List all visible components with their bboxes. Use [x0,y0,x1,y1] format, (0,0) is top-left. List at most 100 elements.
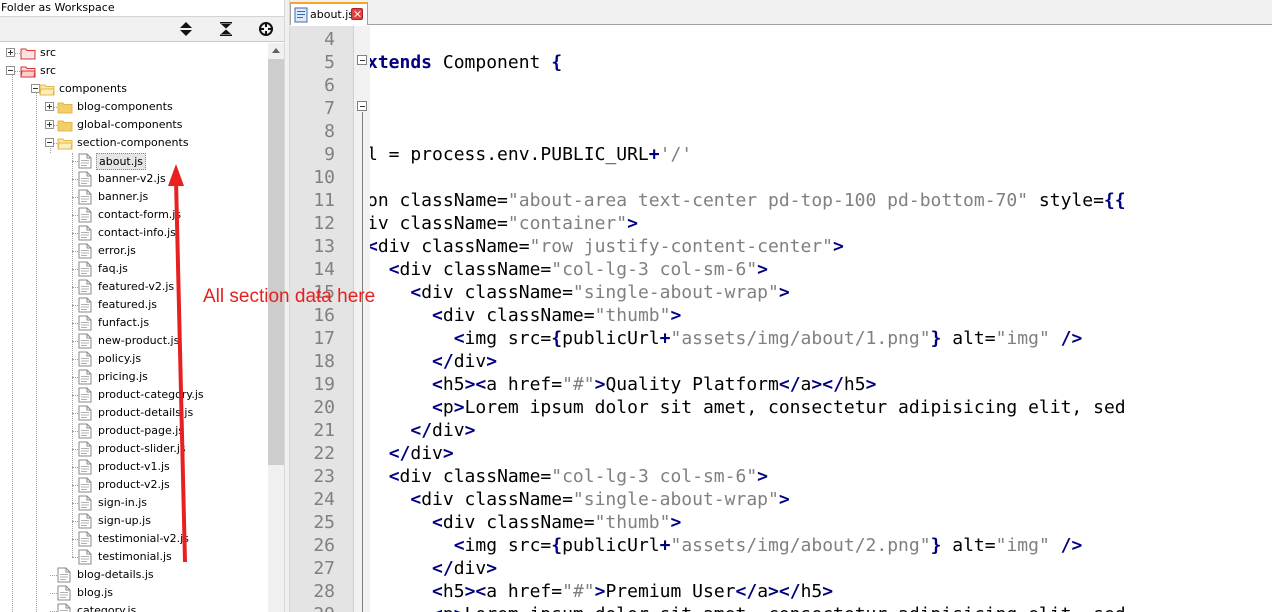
collapse-minus-icon[interactable] [6,66,15,75]
tree-file-item[interactable]: product-category.js [0,386,268,404]
tree-item-label: testimonial.js [98,550,172,563]
expand-plus-icon[interactable] [45,102,54,111]
tree-file-item[interactable]: policy.js [0,350,268,368]
crosshair-icon [259,22,273,36]
code-token: h5 [800,581,823,602]
file-icon [78,243,94,259]
scroll-up-arrow-icon[interactable] [272,48,280,53]
code-token: style= [1028,190,1104,211]
code-line[interactable]: <img src={publicUrl+"assets/img/about/2.… [370,534,1083,557]
tree-file-item[interactable]: testimonial-v2.js [0,530,268,548]
tree-file-item[interactable]: sign-in.js [0,494,268,512]
code-token: </ [735,581,758,602]
code-line[interactable]: </div> [370,442,454,465]
tree-file-item[interactable]: blog-details.js [0,566,268,584]
tree-item-label: error.js [98,244,136,257]
code-line[interactable]: <div className="single-about-wrap"> [370,488,789,511]
tree-file-item[interactable]: sign-up.js [0,512,268,530]
code-line[interactable]: on className="about-area text-center pd-… [370,189,1126,212]
tree-folder-item[interactable]: global-components [0,116,268,134]
code-token: l = process.env.PUBLIC_URL [370,144,649,165]
tree-scrollbar[interactable] [268,43,284,612]
expand-plus-icon[interactable] [6,48,15,57]
code-line[interactable]: <h5><a href="#">Quality Platform</a></h5… [370,373,876,396]
collapse-minus-icon[interactable] [45,138,54,147]
code-line[interactable]: iv className="container"> [370,212,638,235]
scrollbar-thumb[interactable] [268,59,284,465]
file-icon [57,567,73,583]
tab-close-icon[interactable] [351,8,363,20]
tree-item-label: sign-up.js [98,514,151,527]
tree-file-item[interactable]: error.js [0,242,268,260]
tree-file-item[interactable]: blog.js [0,584,268,602]
tree-file-item[interactable]: funfact.js [0,314,268,332]
code-token: > [833,236,844,257]
tree-folder-item[interactable]: section-components [0,134,268,152]
tree-file-item[interactable]: product-page.js [0,422,268,440]
collapse-all-button[interactable] [215,19,237,39]
tree-folder-item[interactable]: src [0,44,268,62]
tree-file-item[interactable]: contact-form.js [0,206,268,224]
fold-toggle-icon[interactable] [357,55,367,65]
tree-file-item[interactable]: about.js [0,152,268,170]
tree-file-item[interactable]: faq.js [0,260,268,278]
tree-file-item[interactable]: banner-v2.js [0,170,268,188]
code-line[interactable]: <div className="thumb"> [370,511,681,534]
tree-folder-item[interactable]: blog-components [0,98,268,116]
tree-item-label: faq.js [98,262,128,275]
tree-file-item[interactable]: product-details.js [0,404,268,422]
tree-folder-item[interactable]: src [0,62,268,80]
fold-toggle-icon[interactable] [357,101,367,111]
code-line[interactable]: l = process.env.PUBLIC_URL+'/' [370,143,692,166]
tree-item-label: product-v1.js [98,460,170,473]
code-line[interactable]: </div> [370,419,475,442]
code-line[interactable]: xtends Component { [370,51,562,74]
code-line[interactable]: <img src={publicUrl+"assets/img/about/1.… [370,327,1083,350]
collapse-all-icon [220,22,232,36]
tree-file-item[interactable]: contact-info.js [0,224,268,242]
code-token: publicUrl [562,535,660,556]
code-line[interactable]: <div className="row justify-content-cent… [370,235,844,258]
code-token: < [388,259,400,280]
code-line[interactable]: </div> [370,557,497,580]
code-editor[interactable]: xtends Component { l = process.env.PUBLIC… [370,26,1272,612]
code-token: div [432,420,465,441]
file-icon [78,297,94,313]
tree-file-item[interactable]: category.js [0,602,268,612]
code-token: > [778,282,790,303]
code-token: { [551,328,563,349]
panel-toolbar [0,17,284,42]
code-line[interactable]: <div className="col-lg-3 col-sm-6"> [370,258,768,281]
tree-file-item[interactable]: product-v1.js [0,458,268,476]
code-line[interactable]: <p>Lorem ipsum dolor sit amet, consectet… [370,603,1126,612]
file-icon [78,171,94,187]
code-line[interactable]: <div className="thumb"> [370,304,681,327]
tree-file-item[interactable]: pricing.js [0,368,268,386]
panel-title-text: Folder as Workspace [1,1,115,14]
line-number: 20 [313,397,335,418]
expand-plus-icon[interactable] [45,120,54,129]
code-token: < [432,512,443,533]
expand-collapse-all-button[interactable] [175,19,197,39]
code-line[interactable]: <div className="single-about-wrap"> [370,281,790,304]
locate-file-button[interactable] [255,19,277,39]
tree-item-label: global-components [77,118,183,131]
code-line[interactable]: </div> [370,350,497,373]
tree-folder-item[interactable]: components [0,80,268,98]
tree-file-item[interactable]: product-v2.js [0,476,268,494]
code-line[interactable]: <p>Lorem ipsum dolor sit amet, consectet… [370,396,1126,419]
tree-file-item[interactable]: new-product.js [0,332,268,350]
file-icon [78,333,94,349]
tab-about-js[interactable]: about.js [290,2,368,25]
tree-file-item[interactable]: testimonial.js [0,548,268,566]
tree-file-item[interactable]: banner.js [0,188,268,206]
code-line[interactable]: <div className="col-lg-3 col-sm-6"> [370,465,768,488]
tree-file-item[interactable]: product-slider.js [0,440,268,458]
code-token: </ [432,558,454,579]
code-line[interactable]: <h5><a href="#">Premium User</a></h5> [370,580,833,603]
code-token: >< [464,581,487,602]
tree-item-label: new-product.js [98,334,180,347]
